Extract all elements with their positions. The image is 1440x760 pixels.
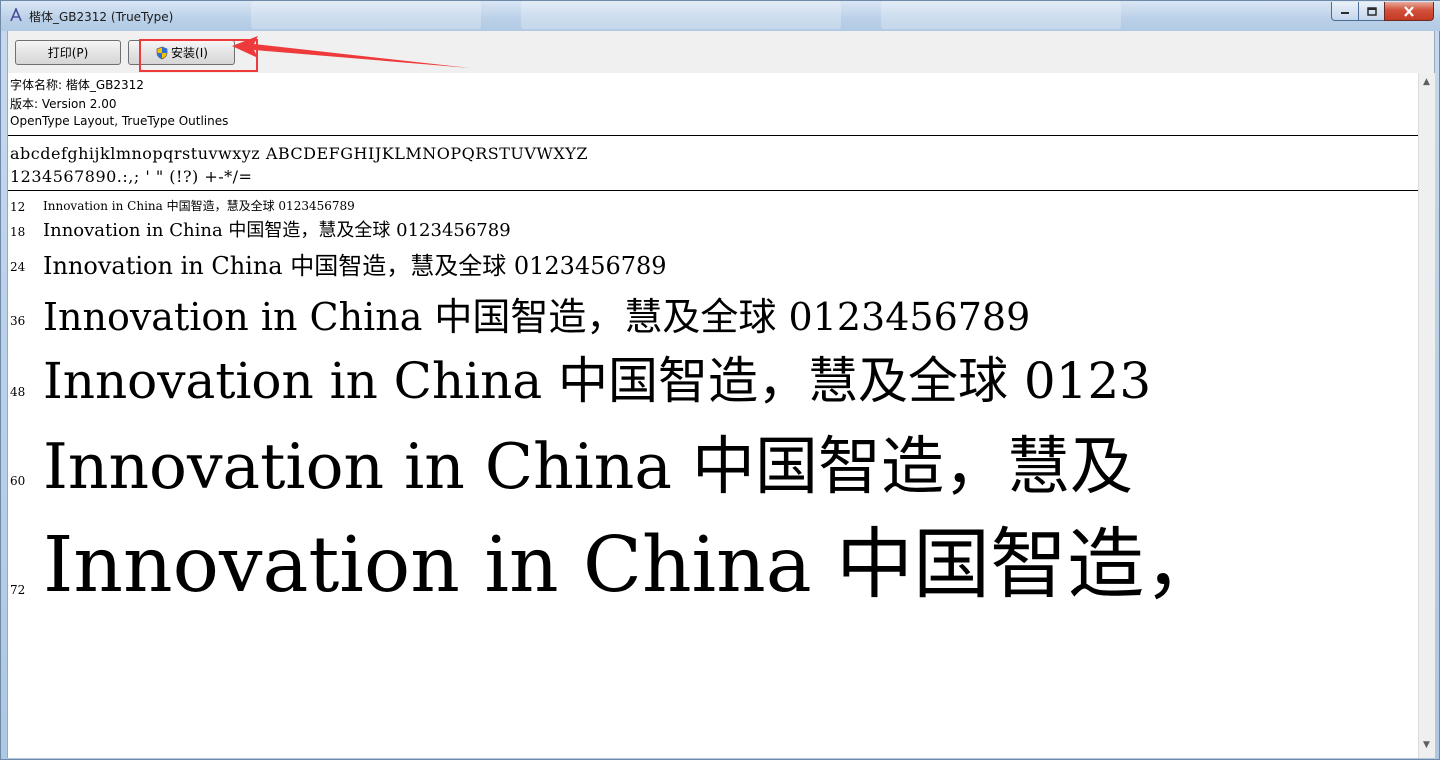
sample-text: Innovation in China 中国智造，慧及全球 0123456789 bbox=[43, 199, 355, 213]
maximize-button[interactable] bbox=[1358, 2, 1385, 21]
close-icon bbox=[1404, 5, 1414, 17]
background-window-ghost bbox=[521, 1, 841, 29]
minimize-button[interactable] bbox=[1331, 2, 1359, 21]
font-file-icon bbox=[10, 8, 22, 22]
sample-size-label: 18 bbox=[10, 225, 26, 239]
annotation-arrow-icon bbox=[232, 36, 470, 68]
sample-text: Innovation in China 中国智造，慧及全球 0123456789 bbox=[43, 295, 1031, 339]
sample-size-label: 12 bbox=[10, 200, 26, 214]
sample-text: Innovation in China 中国智造，慧及全球 0123 bbox=[43, 352, 1152, 410]
sample-text: Innovation in China 中国智造，慧及全球 0123456789 bbox=[43, 252, 667, 280]
font-name-line: 字体名称: 楷体_GB2312 bbox=[10, 78, 144, 92]
font-version-line: 版本: Version 2.00 bbox=[10, 97, 117, 111]
background-window-ghost bbox=[251, 1, 481, 29]
title-bar[interactable]: 楷体_GB2312 (TrueType) bbox=[1, 1, 1440, 31]
divider bbox=[8, 190, 1418, 191]
background-window-ghost bbox=[881, 1, 1121, 29]
print-button[interactable]: 打印(P) bbox=[15, 40, 121, 65]
divider bbox=[8, 135, 1418, 136]
print-button-label: 打印(P) bbox=[47, 46, 89, 60]
window-title: 楷体_GB2312 (TrueType) bbox=[29, 10, 174, 24]
sample-size-label: 36 bbox=[10, 314, 26, 328]
sample-text: Innovation in China 中国智造，慧及全球 0123456789 bbox=[43, 220, 511, 241]
maximize-icon bbox=[1366, 6, 1377, 16]
font-viewer-window: 楷体_GB2312 (TrueType) 打印(P) 安装(I) 字体名称: 楷… bbox=[0, 0, 1440, 760]
sample-size-label: 48 bbox=[10, 385, 26, 399]
scroll-up-icon[interactable]: ▲ bbox=[1423, 77, 1430, 87]
sample-text: Innovation in China 中国智造，慧及 bbox=[43, 430, 1133, 503]
minimize-icon bbox=[1341, 12, 1349, 14]
font-outline-line: OpenType Layout, TrueType Outlines bbox=[10, 114, 229, 128]
sample-text: Innovation in China 中国智造， bbox=[43, 521, 1222, 610]
close-button[interactable] bbox=[1384, 2, 1434, 21]
charset-letters: abcdefghijklmnopqrstuvwxyz ABCDEFGHIJKLM… bbox=[10, 144, 588, 163]
scroll-down-icon[interactable]: ▼ bbox=[1423, 740, 1430, 750]
vertical-scrollbar[interactable]: ▲ ▼ bbox=[1418, 73, 1435, 758]
sample-size-label: 24 bbox=[10, 260, 26, 274]
font-preview-area: 字体名称: 楷体_GB2312 版本: Version 2.00 OpenTyp… bbox=[7, 73, 1418, 758]
sample-size-label: 60 bbox=[10, 474, 26, 488]
charset-digits-symbols: 1234567890.:,; ' " (!?) +-*/= bbox=[10, 167, 253, 186]
sample-size-label: 72 bbox=[10, 583, 26, 597]
